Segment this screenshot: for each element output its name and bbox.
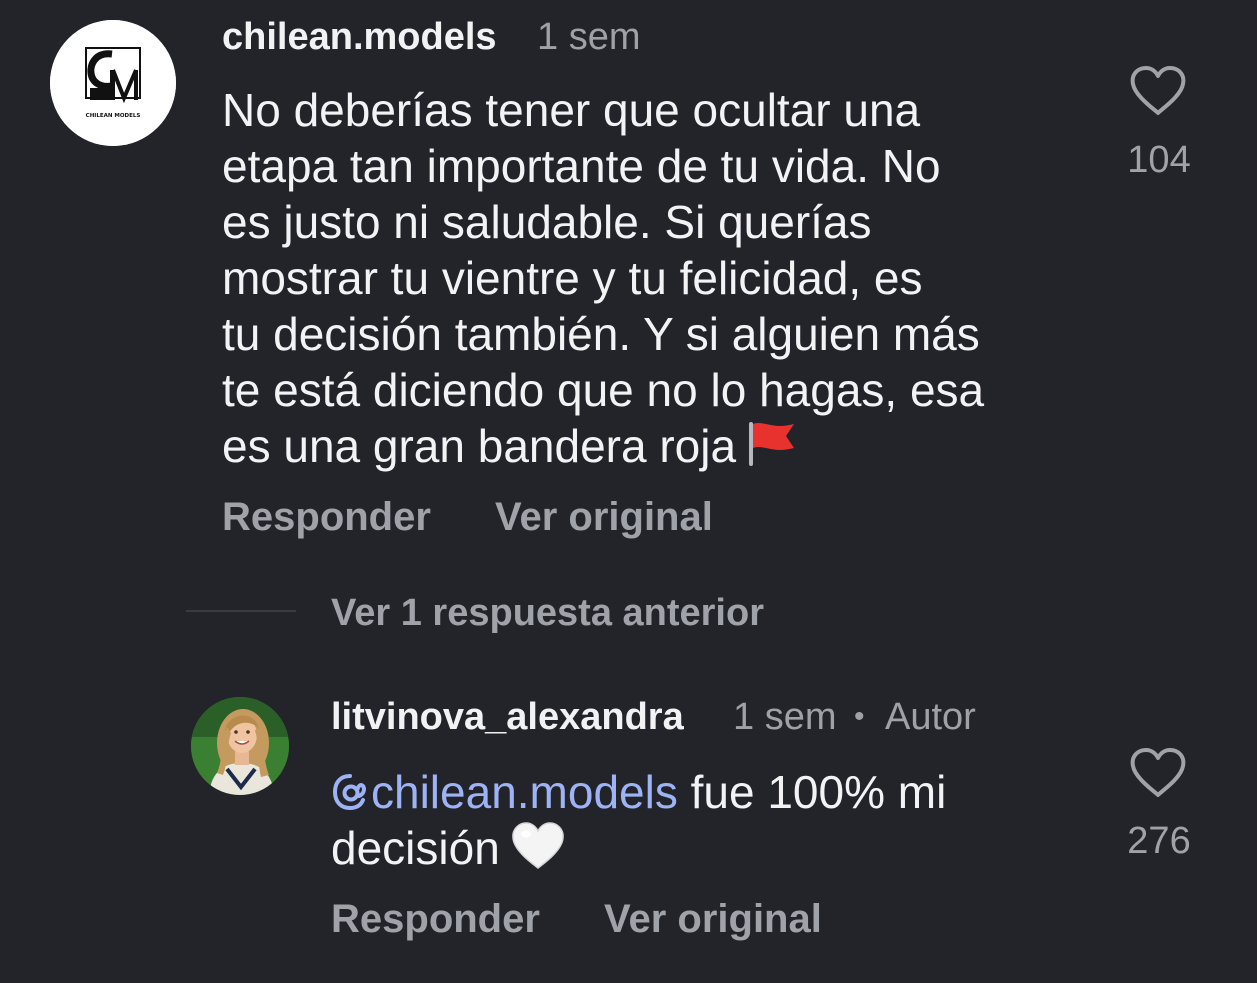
like-count: 276 [1127, 820, 1191, 862]
comment-text-line: tu decisión también. Y si alguien más [222, 308, 980, 360]
comment-text-line: No deberías tener que ocultar una [222, 84, 921, 136]
comment-text-line: chilean.models fue 100% mi [331, 764, 1101, 820]
avatar-litvinova-alexandra[interactable] [191, 697, 289, 795]
like-count: 104 [1127, 139, 1191, 181]
svg-text:CHILEAN MODELS: CHILEAN MODELS [86, 113, 141, 119]
reply-button[interactable]: Responder [222, 494, 431, 540]
threads-icon [332, 774, 366, 811]
comment-text-line: es una gran bandera roja [222, 420, 737, 472]
view-previous-replies-button[interactable]: Ver 1 respuesta anterior [331, 590, 764, 636]
comment-text-line: es justo ni saludable. Si querías [222, 196, 872, 248]
comment-text-line-last: es una gran bandera roja [222, 418, 1102, 474]
see-original-button[interactable]: Ver original [604, 896, 822, 942]
comment-text-line: etapa tan importante de tu vida. No [222, 140, 941, 192]
mention-link[interactable]: chilean.models [331, 766, 678, 818]
mention-username[interactable]: chilean.models [371, 766, 678, 818]
comment-username[interactable]: litvinova_alexandra [331, 694, 684, 740]
thread-divider [186, 610, 296, 612]
comment-text-fragment: fue 100% mi [677, 766, 947, 818]
heart-outline-icon[interactable] [1129, 64, 1187, 118]
profile-photo-icon [191, 697, 289, 795]
comment-timestamp: 1 sem [537, 16, 641, 58]
chilean-models-logo-icon: CHILEAN MODELS [50, 20, 176, 146]
heart-outline-icon[interactable] [1129, 746, 1187, 800]
see-original-button[interactable]: Ver original [495, 494, 713, 540]
comment-text: chilean.models fue 100% mi decisión [331, 764, 1101, 876]
avatar-chilean-models[interactable]: CHILEAN MODELS [50, 20, 176, 146]
separator-dot: • [854, 700, 865, 733]
comment-username[interactable]: chilean.models [222, 14, 497, 60]
comment-text-line: mostrar tu vientre y tu felicidad, es [222, 252, 923, 304]
white-heart-emoji-icon [512, 822, 564, 869]
red-flag-emoji-icon [749, 422, 795, 466]
comment-text-line: decisión [331, 820, 1101, 876]
comment-timestamp: 1 sem [733, 696, 837, 738]
comment-text-fragment: decisión [331, 822, 500, 874]
author-badge: Autor [885, 696, 976, 738]
comment-text: No deberías tener que ocultar una etapa … [222, 82, 1102, 474]
reply-button[interactable]: Responder [331, 896, 540, 942]
comment-text-line: te está diciendo que no lo hagas, esa [222, 364, 985, 416]
